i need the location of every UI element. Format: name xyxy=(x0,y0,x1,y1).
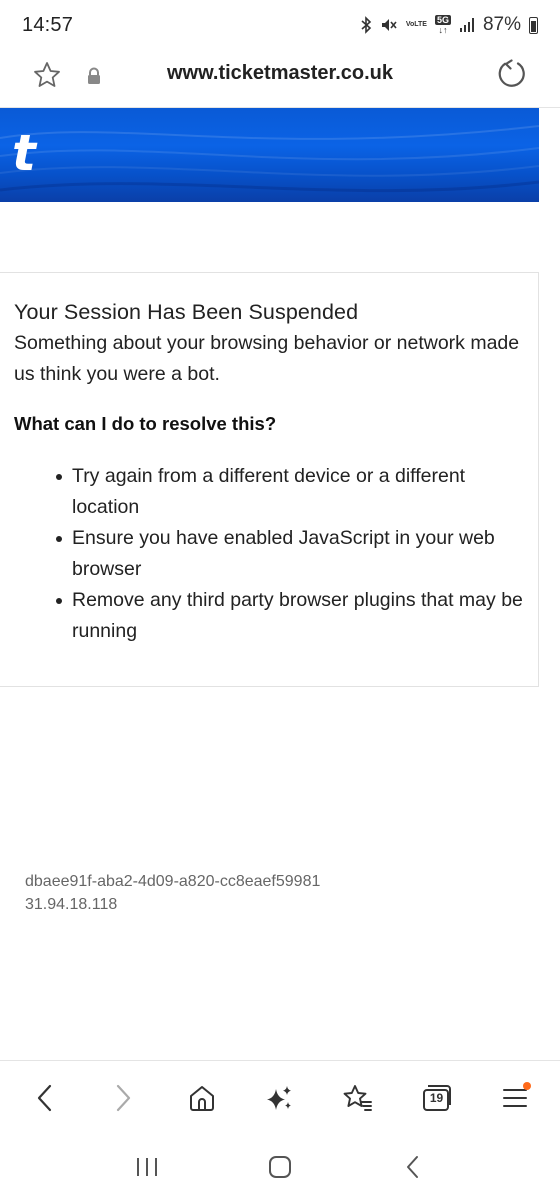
forward-button[interactable] xyxy=(99,1074,147,1122)
status-time: 14:57 xyxy=(22,13,74,36)
5g-icon: 5G ↓↑ xyxy=(434,15,451,35)
battery-percentage: 87% xyxy=(482,14,521,35)
notification-dot xyxy=(522,1081,531,1090)
screen: 14:57 VoLTE 5G ↓↑ 87% www.ticketmaster.co… xyxy=(0,0,560,1200)
list-item: Try again from a different device or a d… xyxy=(56,461,524,523)
back-nav-icon xyxy=(407,1156,419,1178)
ticketmaster-banner: t xyxy=(0,108,539,202)
bookmarks-icon xyxy=(343,1084,373,1111)
list-item: Ensure you have enabled JavaScript in yo… xyxy=(56,523,524,585)
lead-text: Something about your browsing behavior o… xyxy=(14,332,520,385)
status-icons: VoLTE 5G ↓↑ 87% xyxy=(360,14,538,36)
resolve-heading: What can I do to resolve this? xyxy=(14,413,277,434)
ip-address: 31.94.18.118 xyxy=(25,896,118,913)
system-nav-bar xyxy=(0,1134,560,1200)
address-bar[interactable]: www.ticketmaster.co.uk xyxy=(0,50,560,108)
banner-waves xyxy=(0,125,539,193)
session-id: dbaee91f-aba2-4d09-a820-cc8eaef59981 xyxy=(25,873,321,890)
recents-icon xyxy=(136,1158,157,1176)
list-item: Remove any third party browser plugins t… xyxy=(56,585,524,647)
5g-label: 5G xyxy=(434,15,451,25)
status-bar: 14:57 VoLTE 5G ↓↑ 87% xyxy=(0,0,560,50)
menu-button[interactable] xyxy=(491,1074,539,1122)
forward-icon xyxy=(117,1084,131,1111)
home-nav-icon xyxy=(268,1156,291,1178)
home-nav-button[interactable] xyxy=(256,1143,304,1191)
tabs-button[interactable]: 19 xyxy=(413,1074,461,1122)
tabs-count: 19 xyxy=(429,1090,444,1105)
battery-icon xyxy=(529,16,538,34)
bookmarks-button[interactable] xyxy=(334,1074,382,1122)
volte-icon: VoLTE xyxy=(405,21,427,28)
signal-icon xyxy=(459,17,475,33)
browser-toolbar: 19 xyxy=(0,1060,560,1134)
reload-icon[interactable] xyxy=(496,58,528,90)
ticketmaster-logo[interactable]: t xyxy=(12,128,36,178)
back-button[interactable] xyxy=(21,1074,69,1122)
suspended-message-card: Your Session Has Been Suspended Somethin… xyxy=(0,272,539,687)
favourite-star-icon[interactable] xyxy=(32,60,62,90)
mute-icon xyxy=(380,16,398,34)
bluetooth-icon xyxy=(360,16,372,34)
lock-icon xyxy=(86,67,102,85)
resolve-list: Try again from a different device or a d… xyxy=(14,461,524,647)
url-text[interactable]: www.ticketmaster.co.uk xyxy=(120,62,440,85)
recents-button[interactable] xyxy=(123,1143,171,1191)
session-info: dbaee91f-aba2-4d09-a820-cc8eaef59981 31.… xyxy=(25,870,320,916)
sparkle-icon xyxy=(266,1085,291,1110)
assistant-button[interactable] xyxy=(256,1074,304,1122)
home-icon xyxy=(189,1085,214,1111)
back-nav-button[interactable] xyxy=(389,1143,437,1191)
page-title: Your Session Has Been Suspended xyxy=(14,300,359,324)
back-icon xyxy=(38,1084,52,1111)
home-button[interactable] xyxy=(178,1074,226,1122)
